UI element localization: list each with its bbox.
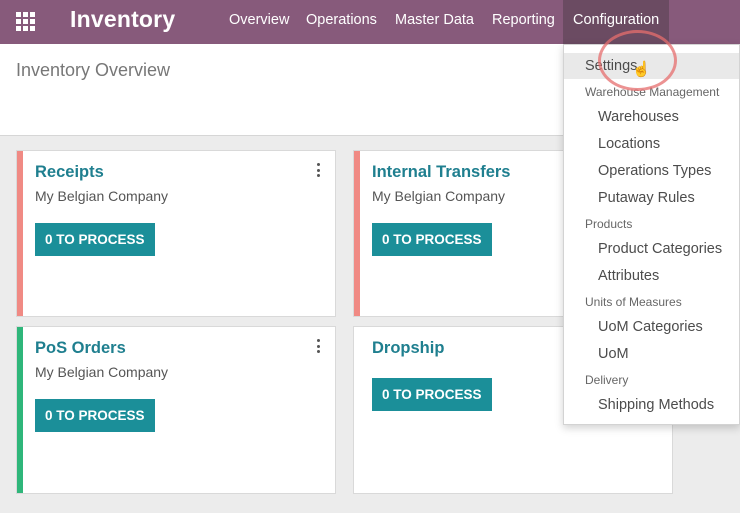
card-title[interactable]: Internal Transfers xyxy=(372,163,510,182)
card-color-bar xyxy=(17,151,23,316)
menu-item-putaway-rules[interactable]: Putaway Rules xyxy=(564,185,739,211)
menu-header-warehouse-management: Warehouse Management xyxy=(585,85,720,99)
menu-configuration[interactable]: Configuration xyxy=(563,0,670,44)
menu-item-locations[interactable]: Locations xyxy=(564,131,739,157)
menu-master-data[interactable]: Master Data xyxy=(395,0,474,44)
card-title[interactable]: Receipts xyxy=(35,163,104,182)
to-process-button[interactable]: 0 TO PROCESS xyxy=(372,378,492,411)
card-color-bar xyxy=(17,327,23,493)
menu-item-shipping-methods[interactable]: Shipping Methods xyxy=(564,392,739,418)
card-company: My Belgian Company xyxy=(35,188,169,204)
to-process-button[interactable]: 0 TO PROCESS xyxy=(35,223,155,256)
card-company: My Belgian Company xyxy=(35,364,169,380)
card-color-bar xyxy=(354,151,360,316)
menu-overview[interactable]: Overview xyxy=(229,0,289,44)
configuration-dropdown: Settings Warehouse Management Warehouses… xyxy=(563,44,740,425)
menu-operations[interactable]: Operations xyxy=(306,0,377,44)
apps-grid-icon[interactable] xyxy=(16,12,36,31)
card-receipts[interactable]: Receipts My Belgian Company 0 TO PROCESS xyxy=(16,150,336,317)
menu-item-product-categories[interactable]: Product Categories xyxy=(564,236,739,262)
kebab-menu-icon[interactable] xyxy=(315,163,321,177)
kebab-menu-icon[interactable] xyxy=(315,339,321,353)
menu-header-delivery: Delivery xyxy=(585,373,629,387)
to-process-button[interactable]: 0 TO PROCESS xyxy=(372,223,492,256)
card-title[interactable]: PoS Orders xyxy=(35,339,126,358)
top-navbar: Inventory Overview Operations Master Dat… xyxy=(0,0,740,44)
card-title[interactable]: Dropship xyxy=(372,339,444,358)
menu-item-attributes[interactable]: Attributes xyxy=(564,263,739,289)
page-title: Inventory Overview xyxy=(16,60,171,80)
menu-item-operations-types[interactable]: Operations Types xyxy=(564,158,739,184)
menu-header-products: Products xyxy=(585,217,633,231)
menu-header-units-of-measures: Units of Measures xyxy=(585,295,682,309)
to-process-button[interactable]: 0 TO PROCESS xyxy=(35,399,155,432)
app-title[interactable]: Inventory xyxy=(70,6,175,33)
menu-item-settings[interactable]: Settings xyxy=(564,53,739,79)
menu-reporting[interactable]: Reporting xyxy=(492,0,555,44)
menu-item-uom[interactable]: UoM xyxy=(564,341,739,367)
menu-item-warehouses[interactable]: Warehouses xyxy=(564,104,739,130)
card-pos-orders[interactable]: PoS Orders My Belgian Company 0 TO PROCE… xyxy=(16,326,336,494)
menu-item-uom-categories[interactable]: UoM Categories xyxy=(564,314,739,340)
card-company: My Belgian Company xyxy=(372,188,506,204)
